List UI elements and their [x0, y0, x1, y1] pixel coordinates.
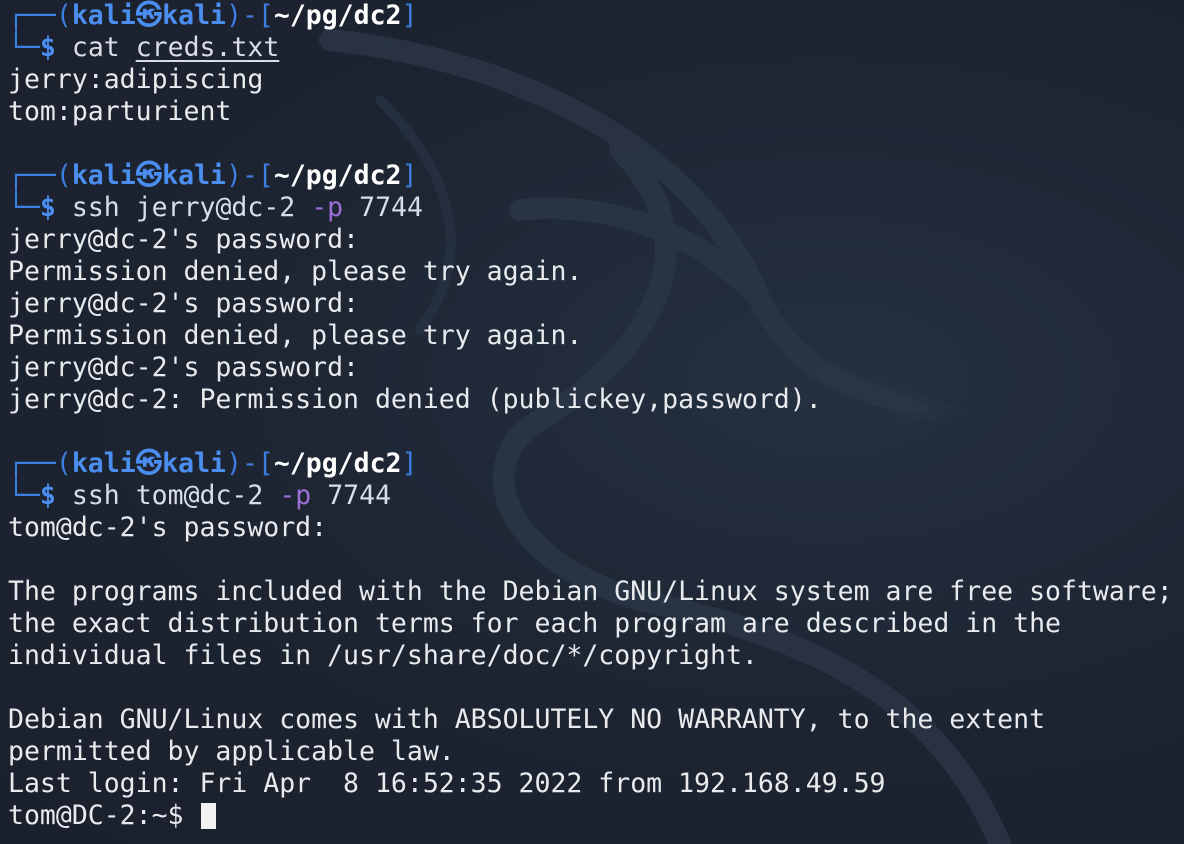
remote-prompt: tom@DC-2:~$: [8, 800, 200, 831]
output-line: tom:parturient: [8, 96, 232, 127]
output-line: jerry:adipiscing: [8, 64, 264, 95]
prompt-user: kali: [71, 160, 136, 191]
prompt-frame: └─: [8, 32, 40, 63]
prompt-user: kali: [71, 0, 136, 31]
prompt-header: ┌──(kali㉿kali)-[~/pg/dc2]: [8, 0, 1184, 32]
output-line: jerry@dc-2's password:: [8, 224, 359, 255]
command-flag: -p: [279, 480, 312, 511]
motd-line: individual files in /usr/share/doc/*/cop…: [8, 640, 758, 671]
prompt-header: ┌──(kali㉿kali)-[~/pg/dc2]: [8, 160, 1184, 192]
output-line: Permission denied, please try again.: [8, 256, 583, 287]
prompt-user: kali: [71, 448, 136, 479]
motd-line: Debian GNU/Linux comes with ABSOLUTELY N…: [8, 704, 1046, 735]
motd-line: The programs included with the Debian GN…: [8, 576, 1173, 607]
command-arg: 7744: [327, 480, 392, 511]
output-line: jerry@dc-2: Permission denied (publickey…: [8, 384, 822, 415]
prompt-cwd: ~/pg/dc2: [273, 448, 402, 479]
prompt-host: kali: [162, 0, 226, 31]
output-line: tom@dc-2's password:: [8, 512, 328, 543]
prompt-frame: ┌──(: [8, 448, 72, 479]
output-line: jerry@dc-2's password:: [8, 288, 359, 319]
prompt-dollar: $: [39, 192, 56, 223]
output-line: jerry@dc-2's password:: [8, 352, 359, 383]
last-login-line: Last login: Fri Apr 8 16:52:35 2022 from…: [8, 768, 886, 799]
prompt-frame: )-[: [225, 160, 274, 191]
prompt-frame: )-[: [225, 448, 274, 479]
prompt-frame: ]: [401, 448, 418, 479]
command-arg: tom@dc-2: [135, 480, 264, 511]
kali-symbol-icon: ㉿: [135, 448, 163, 479]
prompt-cwd: ~/pg/dc2: [273, 160, 402, 191]
command-name: ssh: [71, 480, 120, 511]
prompt-dollar: $: [39, 480, 56, 511]
kali-symbol-icon: ㉿: [135, 160, 163, 191]
command-name: cat: [71, 32, 120, 63]
prompt-cwd: ~/pg/dc2: [273, 0, 402, 31]
motd-line: permitted by applicable law.: [8, 736, 455, 767]
prompt-frame: ]: [401, 0, 418, 31]
command-line: └─$ cat creds.txt: [8, 32, 1184, 64]
prompt-header: ┌──(kali㉿kali)-[~/pg/dc2]: [8, 448, 1184, 480]
prompt-host: kali: [162, 448, 226, 479]
command-name: ssh: [71, 192, 120, 223]
prompt-frame: ┌──(: [8, 160, 72, 191]
prompt-host: kali: [162, 160, 226, 191]
prompt-frame: └─: [8, 480, 40, 511]
terminal-window[interactable]: ┌──(kali㉿kali)-[~/pg/dc2] └─$ cat creds.…: [0, 0, 1184, 844]
command-flag: -p: [311, 192, 344, 223]
command-arg: creds.txt: [135, 32, 280, 63]
prompt-frame: ]: [401, 160, 418, 191]
kali-symbol-icon: ㉿: [135, 0, 163, 31]
prompt-frame: )-[: [225, 0, 274, 31]
command-arg: 7744: [359, 192, 423, 223]
prompt-frame: ┌──(: [8, 0, 72, 31]
command-line: └─$ ssh jerry@dc-2 -p 7744: [8, 192, 1184, 224]
block-cursor: [201, 803, 217, 829]
prompt-dollar: $: [39, 32, 56, 63]
command-arg: jerry@dc-2: [135, 192, 296, 223]
command-line: └─$ ssh tom@dc-2 -p 7744: [8, 480, 1184, 512]
remote-prompt-line[interactable]: tom@DC-2:~$: [8, 800, 1184, 832]
motd-line: the exact distribution terms for each pr…: [8, 608, 1061, 639]
output-line: Permission denied, please try again.: [8, 320, 583, 351]
prompt-frame: └─: [8, 192, 40, 223]
